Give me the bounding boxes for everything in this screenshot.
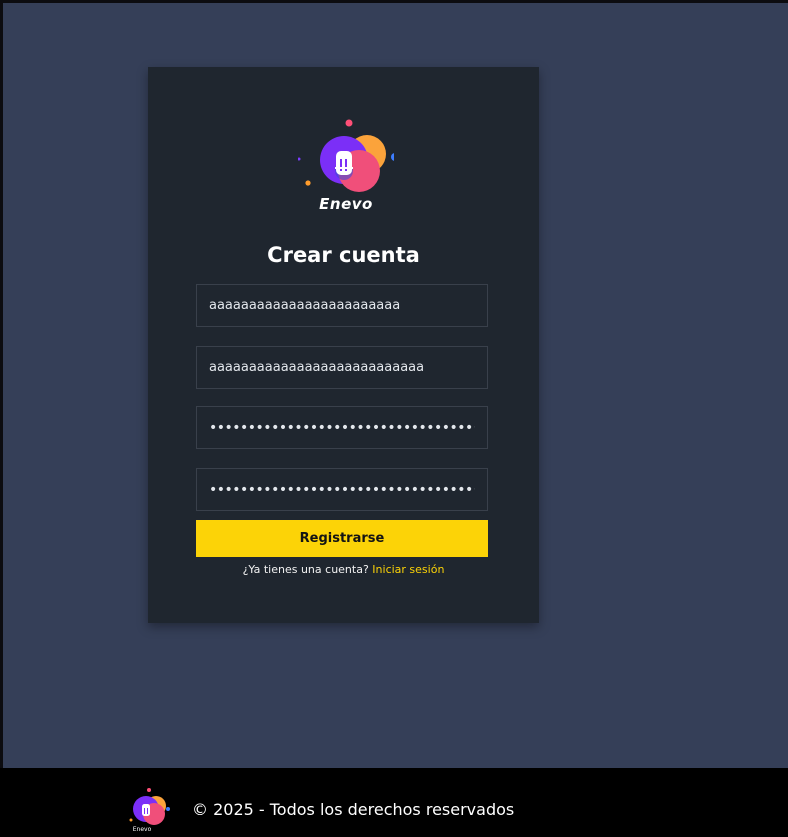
password-field[interactable] <box>196 406 488 449</box>
page-title: Crear cuenta <box>267 243 420 267</box>
confirm-password-field[interactable] <box>196 468 488 511</box>
enevo-bubble-logo-icon <box>297 119 399 192</box>
register-button[interactable]: Registrarse <box>196 520 488 557</box>
email-field[interactable] <box>196 346 488 389</box>
footer-logo: Enevo <box>126 786 172 836</box>
brand-logo: Enevo <box>297 115 399 219</box>
footer: Enevo © 2025 - Todos los derechos reserv… <box>0 768 788 837</box>
login-link[interactable]: Iniciar sesión <box>372 563 444 576</box>
username-field[interactable] <box>196 284 488 327</box>
footer-brand-name: Enevo <box>132 826 152 833</box>
copyright-text: © 2025 - Todos los derechos reservados <box>192 800 515 819</box>
brand-name: Enevo <box>319 195 373 213</box>
login-prompt-row: ¿Ya tienes una cuenta? Iniciar sesión <box>148 563 539 576</box>
register-card: Enevo Crear cuenta Registrarse ¿Ya tiene… <box>148 67 539 623</box>
login-prompt-text: ¿Ya tienes una cuenta? <box>242 563 369 576</box>
enevo-bubble-logo-icon <box>129 788 170 825</box>
page-background: Enevo Crear cuenta Registrarse ¿Ya tiene… <box>3 3 788 768</box>
